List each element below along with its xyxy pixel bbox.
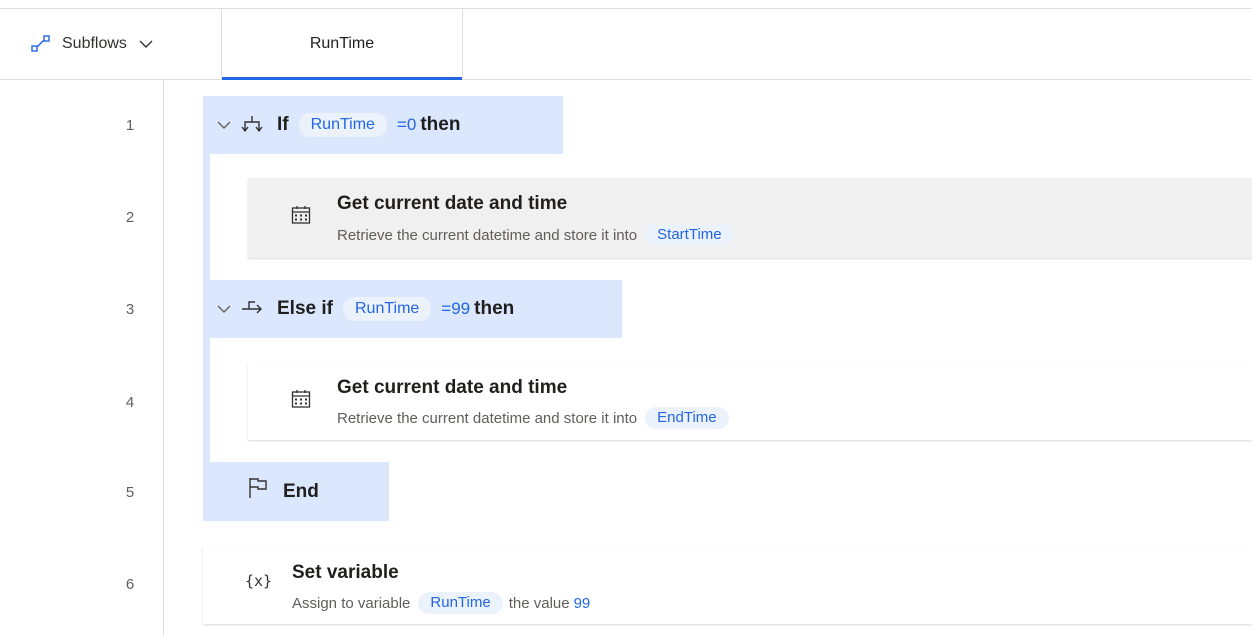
calendar-icon — [291, 390, 311, 408]
variable-pill[interactable]: StartTime — [645, 224, 734, 246]
gutter-divider — [163, 80, 164, 636]
line-number: 1 — [125, 117, 135, 134]
subflows-dropdown[interactable]: Subflows — [0, 9, 222, 79]
step-title: Get current date and time — [337, 377, 568, 398]
else-if-step[interactable]: Else if RunTime =99 then — [203, 280, 622, 338]
if-branch-icon — [241, 116, 263, 133]
chevron-down-icon[interactable] — [217, 304, 231, 314]
tab-runtime[interactable]: RunTime — [222, 9, 463, 80]
variable-pill[interactable]: RunTime — [342, 297, 432, 321]
condition-operator: =0 — [396, 115, 417, 134]
then-keyword: then — [420, 114, 461, 135]
assigned-value: 99 — [573, 594, 591, 612]
line-number: 2 — [125, 209, 135, 226]
subflows-label: Subflows — [62, 35, 127, 52]
chevron-down-icon — [139, 40, 153, 48]
step-title: Get current date and time — [337, 193, 568, 214]
step-description: Assign to variable RunTime the value 99 — [292, 592, 590, 614]
condition-operator: =99 — [441, 299, 471, 318]
get-datetime-step[interactable]: Get current date and time Retrieve the c… — [248, 178, 1252, 258]
end-label: End — [283, 480, 319, 502]
step-description-mid: the value — [508, 594, 570, 612]
flow-designer: Subflows RunTime 1 2 3 4 5 6 If RunTime … — [0, 0, 1252, 636]
tab-runtime-label: RunTime — [309, 35, 375, 52]
if-keyword: If — [277, 114, 289, 135]
step-description-text: Retrieve the current datetime and store … — [337, 409, 638, 427]
step-description: Retrieve the current datetime and store … — [337, 224, 740, 246]
step-description: Retrieve the current datetime and store … — [337, 407, 735, 429]
end-step[interactable]: End — [203, 462, 389, 521]
else-if-icon — [242, 301, 262, 314]
subflows-icon — [31, 35, 50, 52]
line-number: 4 — [125, 394, 135, 411]
step-title: Set variable — [292, 562, 399, 583]
step-description-text: Retrieve the current datetime and store … — [337, 226, 638, 244]
variable-pill[interactable]: RunTime — [418, 592, 503, 614]
set-variable-step[interactable]: {x} Set variable Assign to variable RunT… — [203, 546, 1252, 624]
line-number: 6 — [125, 576, 135, 593]
line-number: 3 — [125, 301, 135, 318]
chevron-down-icon[interactable] — [217, 120, 231, 130]
else-if-keyword: Else if — [277, 298, 333, 319]
if-step[interactable]: If RunTime =0 then — [203, 96, 563, 154]
line-number: 5 — [125, 484, 135, 501]
tab-bar: Subflows RunTime — [0, 8, 1252, 80]
flag-icon — [249, 477, 267, 498]
get-datetime-step[interactable]: Get current date and time Retrieve the c… — [248, 362, 1252, 440]
variable-pill[interactable]: RunTime — [298, 113, 387, 137]
calendar-icon — [291, 206, 311, 224]
step-description-prefix: Assign to variable — [292, 594, 411, 612]
then-keyword: then — [474, 298, 515, 319]
variable-pill[interactable]: EndTime — [645, 407, 729, 429]
variable-icon: {x} — [245, 572, 273, 590]
